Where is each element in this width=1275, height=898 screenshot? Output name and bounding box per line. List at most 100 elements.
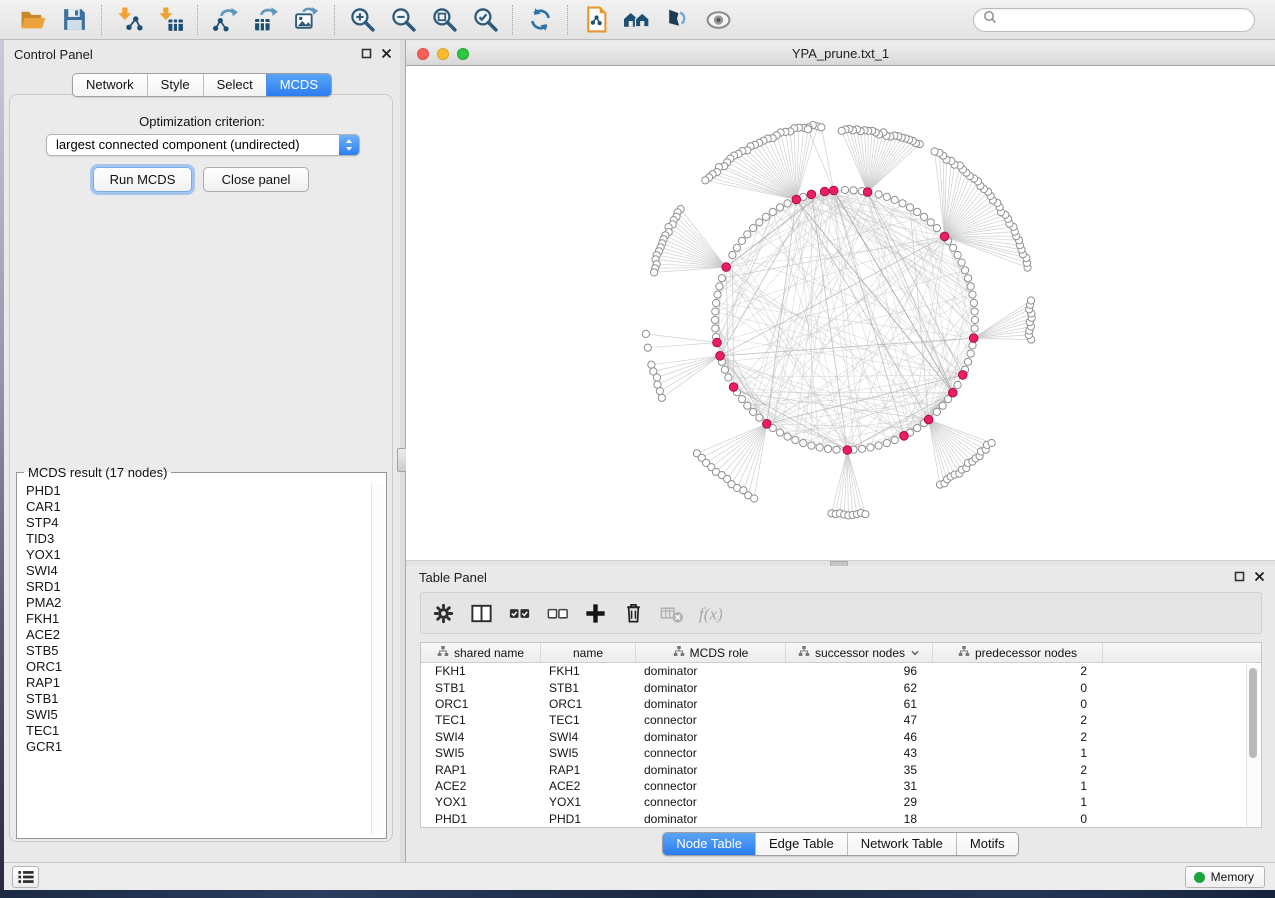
mcds-result-item[interactable]: SRD1 bbox=[26, 579, 366, 595]
column-settings-icon[interactable] bbox=[430, 600, 456, 626]
optimization-label: Optimization criterion: bbox=[4, 114, 400, 129]
cell-shared-name: RAP1 bbox=[421, 763, 541, 777]
mcds-result-item[interactable]: SWI4 bbox=[26, 563, 366, 579]
table-tab-motifs[interactable]: Motifs bbox=[956, 833, 1018, 855]
show-columns-icon[interactable] bbox=[468, 600, 494, 626]
mcds-result-item[interactable]: TID3 bbox=[26, 531, 366, 547]
export-table-icon[interactable] bbox=[252, 6, 280, 34]
network-graph[interactable] bbox=[406, 66, 1275, 560]
mcds-result-item[interactable]: TEC1 bbox=[26, 723, 366, 739]
zoom-out-icon[interactable] bbox=[389, 6, 417, 34]
table-row[interactable]: TEC1TEC1connector472 bbox=[421, 712, 1247, 728]
close-table-panel-icon[interactable] bbox=[1254, 571, 1265, 582]
select-all-icon[interactable] bbox=[506, 600, 532, 626]
column-header-MCDS-role[interactable]: MCDS role bbox=[636, 643, 786, 662]
cell-name: SWI5 bbox=[541, 746, 636, 760]
table-row[interactable]: ORC1ORC1dominator610 bbox=[421, 696, 1247, 712]
mcds-result-item[interactable]: STB1 bbox=[26, 691, 366, 707]
export-image-icon[interactable] bbox=[293, 6, 321, 34]
mcds-result-item[interactable]: YOX1 bbox=[26, 547, 366, 563]
first-neighbors-icon[interactable] bbox=[622, 6, 650, 34]
mcds-result-item[interactable]: STP4 bbox=[26, 515, 366, 531]
cell-successor-nodes: 96 bbox=[786, 664, 933, 678]
import-table-icon[interactable] bbox=[156, 6, 184, 34]
task-history-button[interactable] bbox=[12, 866, 39, 888]
cell-name: SWI4 bbox=[541, 730, 636, 744]
network-from-file-icon[interactable] bbox=[581, 6, 609, 34]
mcds-list-scrollbar[interactable] bbox=[371, 483, 383, 835]
tab-mcds[interactable]: MCDS bbox=[266, 74, 331, 96]
zoom-fit-icon[interactable] bbox=[430, 6, 458, 34]
tab-style[interactable]: Style bbox=[147, 74, 203, 96]
column-header-filler bbox=[1103, 643, 1261, 662]
mcds-result-item[interactable]: PHD1 bbox=[26, 483, 366, 499]
apply-function-icon: f(x) bbox=[696, 600, 722, 626]
mcds-result-item[interactable]: PMA2 bbox=[26, 595, 366, 611]
table-row[interactable]: FKH1FKH1dominator962 bbox=[421, 663, 1247, 679]
open-session-icon[interactable] bbox=[19, 6, 47, 34]
minimize-window-icon[interactable] bbox=[437, 48, 449, 60]
table-tab-edge-table[interactable]: Edge Table bbox=[755, 833, 847, 855]
column-header-shared-name[interactable]: shared name bbox=[421, 643, 541, 662]
import-network-icon[interactable] bbox=[115, 6, 143, 34]
table-scrollbar-thumb[interactable] bbox=[1249, 668, 1257, 758]
mcds-result-item[interactable]: RAP1 bbox=[26, 675, 366, 691]
cell-shared-name: PHD1 bbox=[421, 812, 541, 826]
mcds-result-item[interactable]: SWI5 bbox=[26, 707, 366, 723]
birdseye-view-icon[interactable] bbox=[704, 6, 732, 34]
mcds-result-item[interactable]: ORC1 bbox=[26, 659, 366, 675]
table-scrollbar[interactable] bbox=[1246, 664, 1260, 826]
float-table-panel-icon[interactable] bbox=[1234, 571, 1245, 582]
cell-predecessor-nodes: 2 bbox=[933, 713, 1103, 727]
table-tab-node-table[interactable]: Node Table bbox=[663, 833, 755, 855]
float-panel-icon[interactable] bbox=[361, 48, 372, 59]
table-tab-network-table[interactable]: Network Table bbox=[847, 833, 956, 855]
table-row[interactable]: SWI5SWI5connector431 bbox=[421, 745, 1247, 761]
cell-name: TEC1 bbox=[541, 713, 636, 727]
table-row[interactable]: STB1STB1dominator620 bbox=[421, 679, 1247, 695]
toggle-graphics-details-icon[interactable] bbox=[663, 6, 691, 34]
save-session-icon[interactable] bbox=[60, 6, 88, 34]
maximize-window-icon[interactable] bbox=[457, 48, 469, 60]
column-header-successor-nodes[interactable]: successor nodes bbox=[786, 643, 933, 662]
cell-name: FKH1 bbox=[541, 664, 636, 678]
screen: Control Panel NetworkStyleSelectMCDS Opt… bbox=[0, 0, 1275, 898]
network-titlebar: YPA_prune.txt_1 bbox=[406, 42, 1275, 66]
cell-predecessor-nodes: 2 bbox=[933, 763, 1103, 777]
close-panel-button[interactable]: Close panel bbox=[203, 167, 309, 192]
export-network-icon[interactable] bbox=[211, 6, 239, 34]
zoom-selected-icon[interactable] bbox=[471, 6, 499, 34]
table-row[interactable]: ACE2ACE2connector311 bbox=[421, 778, 1247, 794]
table-row[interactable]: PHD1PHD1dominator180 bbox=[421, 811, 1247, 827]
mcds-result-item[interactable]: CAR1 bbox=[26, 499, 366, 515]
network-window: YPA_prune.txt_1 bbox=[406, 40, 1275, 566]
column-header-predecessor-nodes[interactable]: predecessor nodes bbox=[933, 643, 1103, 662]
column-header-name[interactable]: name bbox=[541, 643, 636, 662]
run-mcds-button[interactable]: Run MCDS bbox=[93, 167, 192, 192]
search-input[interactable] bbox=[1002, 12, 1245, 28]
mcds-result-item[interactable]: GCR1 bbox=[26, 739, 366, 755]
mcds-result-item[interactable]: FKH1 bbox=[26, 611, 366, 627]
search-box[interactable] bbox=[973, 8, 1255, 32]
tab-select[interactable]: Select bbox=[203, 74, 266, 96]
mcds-result-item[interactable]: STB5 bbox=[26, 643, 366, 659]
cell-successor-nodes: 46 bbox=[786, 730, 933, 744]
table-row[interactable]: SWI4SWI4dominator462 bbox=[421, 729, 1247, 745]
add-row-icon[interactable] bbox=[582, 600, 608, 626]
deselect-all-icon[interactable] bbox=[544, 600, 570, 626]
tab-network[interactable]: Network bbox=[73, 74, 147, 96]
table-row[interactable]: YOX1YOX1connector291 bbox=[421, 794, 1247, 810]
node-table: shared namenameMCDS rolesuccessor nodesp… bbox=[420, 642, 1262, 828]
table-row[interactable]: RAP1RAP1dominator352 bbox=[421, 761, 1247, 777]
mcds-result-item[interactable]: ACE2 bbox=[26, 627, 366, 643]
cell-name: ORC1 bbox=[541, 697, 636, 711]
close-window-icon[interactable] bbox=[417, 48, 429, 60]
zoom-in-icon[interactable] bbox=[348, 6, 376, 34]
delete-row-icon[interactable] bbox=[620, 600, 646, 626]
refresh-layout-icon[interactable] bbox=[526, 6, 554, 34]
memory-button[interactable]: Memory bbox=[1185, 866, 1265, 888]
close-panel-icon[interactable] bbox=[381, 48, 392, 59]
optimization-select[interactable]: largest connected component (undirected) bbox=[46, 134, 360, 156]
cell-MCDS-role: connector bbox=[636, 713, 786, 727]
cell-shared-name: SWI4 bbox=[421, 730, 541, 744]
